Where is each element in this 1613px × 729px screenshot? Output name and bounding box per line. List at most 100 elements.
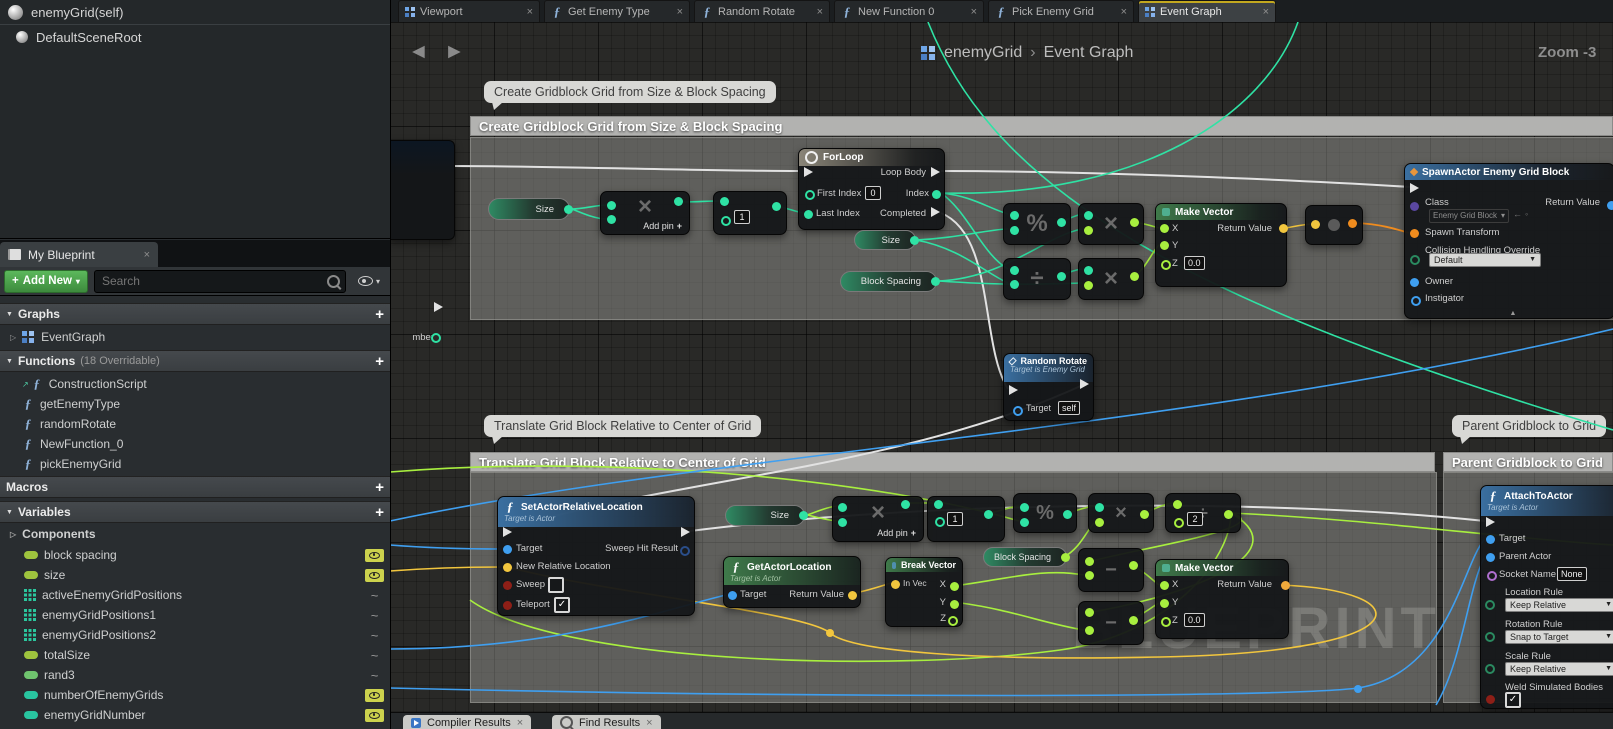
int-pin[interactable] — [1010, 280, 1019, 289]
vector-pin[interactable] — [1311, 220, 1320, 229]
tab-new-function-0[interactable]: ƒ New Function 0 × — [834, 0, 984, 22]
literal-input[interactable]: 1 — [947, 512, 963, 526]
float-pin[interactable] — [1173, 500, 1182, 509]
float-pin[interactable] — [1160, 224, 1169, 233]
sidebar-item-pickenemygrid[interactable]: ƒ pickEnemyGrid — [0, 454, 390, 474]
int-pin[interactable] — [1010, 211, 1019, 220]
rotation-rule-dropdown[interactable]: Snap to Target ▼ — [1505, 630, 1613, 644]
int-pin[interactable] — [931, 277, 940, 286]
node-set-actor-relative-location[interactable]: ƒ SetActorRelativeLocation Target is Acto… — [497, 496, 695, 616]
tab-pick-enemy-grid[interactable]: ƒ Pick Enemy Grid × — [988, 0, 1134, 22]
node-modulo[interactable]: % — [1003, 203, 1071, 245]
exec-in-pin[interactable] — [1410, 183, 1419, 193]
node-divide[interactable]: ÷ — [1003, 258, 1071, 300]
sidebar-item-components-group[interactable]: ▷ Components — [0, 524, 390, 544]
bool-pin[interactable] — [1486, 695, 1495, 704]
int-pin[interactable] — [1010, 226, 1019, 235]
float-pin[interactable] — [1129, 616, 1138, 625]
int-pin[interactable] — [564, 205, 573, 214]
vector-pin[interactable] — [1281, 581, 1290, 590]
variable-getter-block-spacing[interactable]: Block Spacing — [840, 271, 940, 292]
node-make-vector[interactable]: Make Vector X Y Z 0.0 Return Value — [1155, 559, 1290, 639]
close-icon[interactable]: × — [527, 6, 533, 18]
exec-out-pin[interactable] — [931, 207, 940, 217]
forward-arrow-icon[interactable]: ► — [444, 40, 465, 64]
enum-pin[interactable] — [1485, 600, 1495, 610]
transform-pin[interactable] — [1348, 219, 1357, 228]
exec-out-pin[interactable] — [931, 167, 940, 177]
back-arrow-icon[interactable]: ◄ — [408, 40, 429, 64]
variable-row-activeenemygridpositions[interactable]: activeEnemyGridPositions ~ — [0, 585, 390, 605]
int-pin[interactable] — [607, 201, 616, 210]
sidebar-item-getenemytype[interactable]: ƒ getEnemyType — [0, 394, 390, 414]
location-rule-dropdown[interactable]: Keep Relative ▼ — [1505, 598, 1613, 612]
float-pin[interactable] — [1161, 260, 1171, 270]
expand-arrow-icon[interactable]: ▲ — [1510, 310, 1517, 317]
close-icon[interactable]: × — [646, 717, 652, 729]
variable-row-rand3[interactable]: rand3 ~ — [0, 665, 390, 685]
object-pin[interactable] — [1013, 406, 1023, 416]
tab-get-enemy-type[interactable]: ƒ Get Enemy Type × — [544, 0, 690, 22]
enum-pin[interactable] — [1410, 255, 1420, 265]
enum-pin[interactable] — [1485, 664, 1495, 674]
float-pin[interactable] — [950, 600, 959, 609]
eye-visible-icon[interactable] — [365, 548, 384, 562]
enum-pin[interactable] — [1485, 632, 1495, 642]
node-subtract[interactable]: − — [1078, 548, 1144, 592]
float-pin[interactable] — [1085, 557, 1094, 566]
vector-pin[interactable] — [1279, 224, 1288, 233]
node-partial-left[interactable]: mber — [389, 140, 455, 343]
float-pin[interactable] — [1095, 518, 1104, 527]
add-pin-button[interactable]: Add pin + — [877, 528, 916, 538]
vector-pin[interactable] — [503, 563, 512, 572]
int-pin[interactable] — [1084, 266, 1093, 275]
float-pin[interactable] — [1140, 510, 1149, 519]
browse-icon[interactable]: ◦ — [1525, 209, 1528, 219]
transform-pin[interactable] — [1410, 229, 1419, 238]
int-pin[interactable] — [1084, 211, 1093, 220]
close-icon[interactable]: × — [971, 6, 977, 18]
teleport-checkbox[interactable]: ✓ — [554, 597, 570, 613]
add-graph-button[interactable]: + — [375, 306, 384, 323]
comment-header-translate[interactable]: Translate Grid Block Relative to Center … — [470, 452, 1435, 472]
float-pin[interactable] — [1085, 626, 1094, 635]
variable-row-enemygridnumber[interactable]: enemyGridNumber — [0, 705, 390, 725]
literal-input[interactable]: None — [1557, 567, 1587, 581]
int-pin[interactable] — [838, 518, 847, 527]
node-spawn-actor[interactable]: SpawnActor Enemy Grid Block Class Enemy … — [1404, 163, 1613, 319]
literal-input[interactable]: 0.0 — [1184, 613, 1205, 627]
int-pin[interactable] — [1020, 503, 1029, 512]
vector-pin[interactable] — [891, 580, 900, 589]
int-pin[interactable] — [431, 333, 441, 343]
section-variables[interactable]: ▼ Variables + — [0, 501, 390, 523]
int-pin[interactable] — [799, 511, 808, 520]
float-pin[interactable] — [1061, 553, 1070, 562]
close-icon[interactable]: × — [144, 249, 150, 261]
collision-dropdown[interactable]: Default ▼ — [1429, 253, 1541, 267]
section-functions[interactable]: ▼ Functions (18 Overridable) + — [0, 350, 390, 372]
node-subtract-one[interactable]: 1 — [927, 496, 1005, 542]
eye-visible-icon[interactable] — [365, 708, 384, 722]
int-pin[interactable] — [934, 500, 943, 509]
eye-visible-icon[interactable] — [365, 568, 384, 582]
literal-input[interactable]: 1 — [734, 210, 750, 224]
variable-getter-size[interactable]: Size — [488, 198, 573, 220]
node-multiply[interactable]: × — [1078, 203, 1144, 245]
node-multiply[interactable]: × Add pin + — [832, 496, 924, 542]
variable-row-numberofenemygrids[interactable]: numberOfEnemyGrids — [0, 685, 390, 705]
int-pin[interactable] — [772, 202, 781, 211]
float-pin[interactable] — [1130, 272, 1139, 281]
variable-row-enemygridpositions1[interactable]: enemyGridPositions1 ~ — [0, 605, 390, 625]
float-pin[interactable] — [950, 582, 959, 591]
vector-pin[interactable] — [848, 591, 857, 600]
exec-in-pin[interactable] — [503, 527, 512, 537]
variable-getter-size[interactable]: Size — [725, 505, 808, 526]
visibility-filter-button[interactable]: ▾ — [352, 271, 386, 292]
tab-random-rotate[interactable]: ƒ Random Rotate × — [694, 0, 830, 22]
object-pin[interactable] — [503, 545, 512, 554]
eye-hidden-icon[interactable]: ~ — [365, 668, 384, 683]
int-pin[interactable] — [1095, 503, 1104, 512]
float-pin[interactable] — [1224, 510, 1233, 519]
sidebar-item-randomrotate[interactable]: ƒ randomRotate — [0, 414, 390, 434]
exec-in-pin[interactable] — [1486, 517, 1495, 527]
